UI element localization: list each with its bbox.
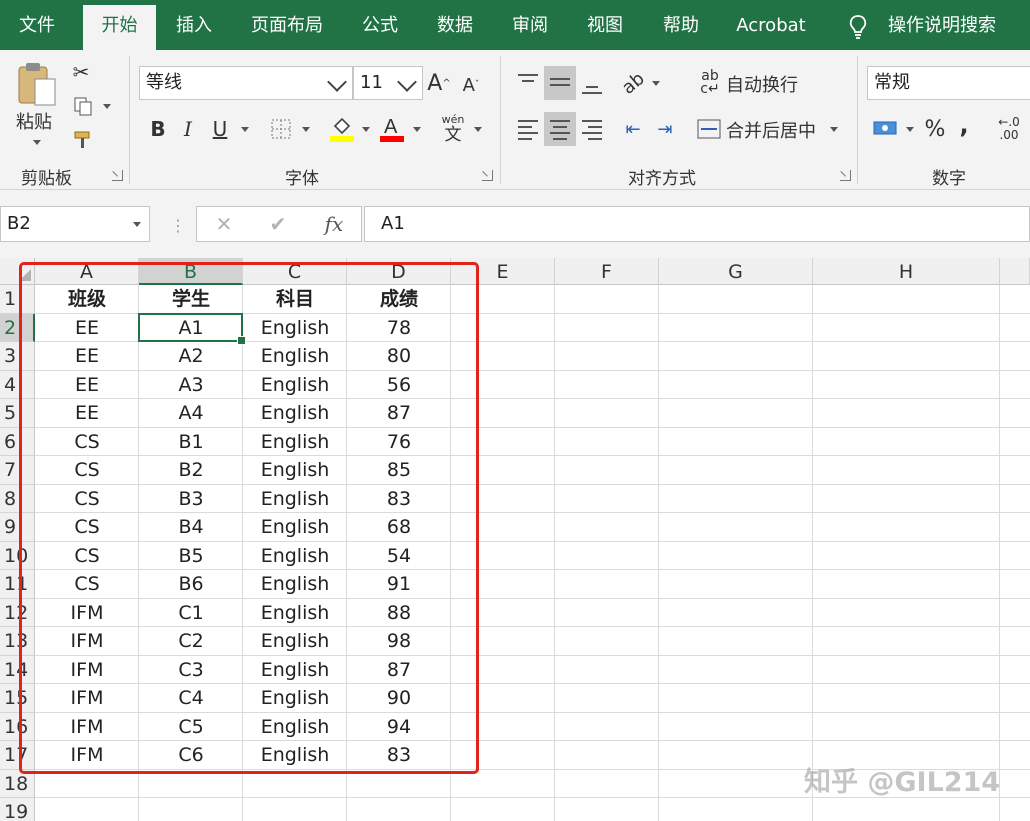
- column-header-g[interactable]: G: [659, 258, 813, 285]
- svg-text:A: A: [384, 116, 398, 138]
- tab-acrobat[interactable]: Acrobat: [731, 0, 811, 50]
- group-divider: [129, 56, 130, 184]
- font-color-dropdown-icon[interactable]: [413, 127, 421, 132]
- tab-data[interactable]: 数据: [428, 0, 482, 50]
- alignment-launcher-icon[interactable]: [840, 170, 851, 181]
- watermark-text: 知乎 @GIL214: [804, 767, 1001, 798]
- align-middle-icon[interactable]: [544, 66, 576, 100]
- chevron-down-icon: [397, 72, 417, 92]
- fill-color-icon[interactable]: [328, 114, 356, 144]
- increase-font-icon[interactable]: A ^: [427, 68, 450, 98]
- ribbon-home: 粘贴 ✂ 剪贴板 等线 11 A ^ Aˇ B I U A wén 文 字体 a…: [0, 50, 1030, 190]
- number-format-value: 常规: [874, 72, 910, 93]
- column-header-filler: [1000, 258, 1030, 285]
- enter-check-icon[interactable]: ✔: [265, 211, 291, 237]
- tab-page-layout[interactable]: 页面布局: [244, 0, 330, 50]
- column-header-h[interactable]: H: [813, 258, 1000, 285]
- increase-decimal-button[interactable]: ←.0 .00: [994, 114, 1024, 144]
- tab-home[interactable]: 开始: [83, 5, 156, 50]
- excel-window: 文件 开始 插入 页面布局 公式 数据 审阅 视图 帮助 Acrobat 操作说…: [0, 0, 1030, 821]
- column-header-f[interactable]: F: [555, 258, 659, 285]
- copy-dropdown-icon[interactable]: [103, 104, 111, 109]
- merge-dropdown-icon[interactable]: [830, 127, 838, 132]
- align-center-icon[interactable]: [544, 112, 576, 146]
- wrap-text-button[interactable]: 自动换行: [726, 71, 798, 97]
- formula-buttons: ✕ ✔ fx: [196, 206, 362, 242]
- font-size-value: 11: [360, 72, 383, 93]
- font-name-select[interactable]: 等线: [139, 66, 353, 100]
- currency-dropdown-icon[interactable]: [906, 127, 914, 132]
- wrap-text-icon[interactable]: ab c↵: [698, 68, 722, 98]
- italic-button[interactable]: I: [178, 114, 198, 144]
- phonetic-dropdown-icon[interactable]: [474, 127, 482, 132]
- group-divider: [500, 56, 501, 184]
- worksheet-grid[interactable]: A B C D E F G H 1 2 3 4 5 6 7 8 9 10 11 12 13 14 15 16 17 18 19 班级学…: [0, 258, 1030, 821]
- decrease-font-icon[interactable]: Aˇ: [460, 70, 482, 100]
- decimal-bottom: .00: [999, 128, 1019, 142]
- red-highlight-box: [19, 262, 479, 774]
- tab-file[interactable]: 文件: [8, 0, 66, 50]
- alignment-group-label: 对齐方式: [628, 169, 696, 189]
- align-top-icon[interactable]: [514, 68, 542, 98]
- orientation-icon[interactable]: ab: [613, 63, 652, 103]
- phonetic-char: 文: [444, 125, 462, 145]
- align-bottom-icon[interactable]: [578, 68, 606, 98]
- merge-center-icon[interactable]: [696, 116, 722, 142]
- font-launcher-icon[interactable]: [482, 170, 493, 181]
- borders-icon[interactable]: [266, 116, 296, 142]
- paste-dropdown-icon[interactable]: [33, 140, 41, 145]
- group-divider: [857, 56, 858, 184]
- font-group-label: 字体: [285, 169, 319, 189]
- tab-formulas[interactable]: 公式: [354, 0, 406, 50]
- fill-color-swatch: [330, 136, 354, 142]
- formula-bar: B2 ⋮ ✕ ✔ fx A1: [0, 190, 1030, 258]
- paste-label: 粘贴: [16, 112, 52, 133]
- decrease-indent-icon[interactable]: ⇤: [620, 114, 646, 144]
- bold-button[interactable]: B: [146, 114, 170, 144]
- font-size-select[interactable]: 11: [353, 66, 423, 100]
- name-box[interactable]: B2: [0, 206, 150, 242]
- format-painter-icon[interactable]: [70, 128, 96, 152]
- align-right-icon[interactable]: [578, 114, 606, 144]
- clipboard-group-label: 剪贴板: [21, 169, 72, 189]
- underline-button[interactable]: U: [208, 114, 232, 144]
- copy-icon[interactable]: [70, 94, 96, 118]
- tell-me-search[interactable]: 操作说明搜索: [880, 0, 1004, 50]
- underline-dropdown-icon[interactable]: [241, 127, 249, 132]
- chevron-down-icon: [327, 72, 347, 92]
- number-group-label: 数字: [932, 169, 966, 189]
- cancel-icon[interactable]: ✕: [211, 211, 237, 237]
- formula-input[interactable]: A1: [364, 206, 1030, 242]
- increase-indent-icon[interactable]: ⇥: [652, 114, 678, 144]
- merge-center-button[interactable]: 合并后居中: [726, 117, 816, 143]
- ribbon-tab-bar: 文件 开始 插入 页面布局 公式 数据 审阅 视图 帮助 Acrobat 操作说…: [0, 0, 1030, 50]
- clipboard-launcher-icon[interactable]: [112, 170, 123, 181]
- tab-review[interactable]: 审阅: [504, 0, 556, 50]
- insert-function-button[interactable]: fx: [319, 210, 349, 238]
- tab-help[interactable]: 帮助: [655, 0, 707, 50]
- chevron-down-icon: [133, 222, 141, 227]
- font-name-value: 等线: [146, 72, 182, 93]
- name-box-value: B2: [7, 213, 31, 234]
- formula-value: A1: [381, 213, 405, 234]
- phonetic-guide-icon[interactable]: wén 文: [438, 112, 468, 146]
- paste-button[interactable]: [14, 58, 60, 110]
- orientation-dropdown-icon[interactable]: [652, 81, 660, 86]
- row-header-19[interactable]: 19: [0, 798, 35, 821]
- align-left-icon[interactable]: [514, 114, 542, 144]
- number-format-select[interactable]: 常规: [867, 66, 1030, 100]
- drag-handle-icon[interactable]: ⋮: [170, 216, 186, 235]
- font-color-icon[interactable]: A: [378, 114, 406, 144]
- lightbulb-icon[interactable]: [848, 14, 868, 40]
- currency-icon[interactable]: [872, 114, 900, 144]
- clipboard-icon: [18, 63, 56, 106]
- tab-view[interactable]: 视图: [579, 0, 631, 50]
- cut-icon[interactable]: ✂: [70, 60, 92, 84]
- tab-insert[interactable]: 插入: [166, 0, 222, 50]
- fill-color-dropdown-icon[interactable]: [362, 127, 370, 132]
- borders-dropdown-icon[interactable]: [302, 127, 310, 132]
- percent-button[interactable]: %: [922, 114, 948, 144]
- comma-style-button[interactable]: ,: [956, 110, 972, 140]
